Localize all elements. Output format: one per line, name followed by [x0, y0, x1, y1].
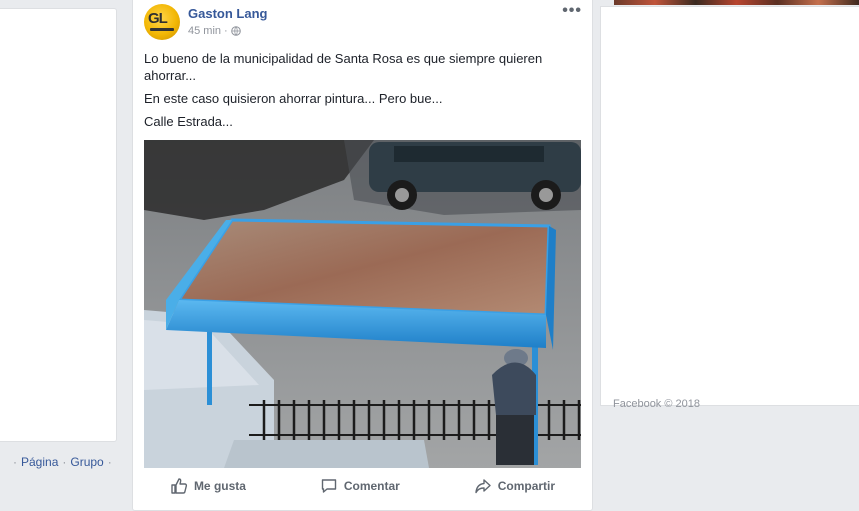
comment-button[interactable]: Comentar — [320, 477, 400, 495]
avatar-logo-strip — [150, 28, 174, 31]
post-timestamp[interactable]: 45 min — [188, 25, 221, 37]
post-text: Lo bueno de la municipalidad de Santa Ro… — [144, 50, 564, 136]
post-options-button[interactable]: ••• — [562, 2, 582, 20]
share-label: Compartir — [497, 479, 556, 493]
post-actions: Me gusta Comentar Compartir — [133, 470, 592, 502]
post-meta: 45 min · — [188, 25, 241, 37]
post-author-name[interactable]: Gaston Lang — [188, 6, 267, 21]
comment-icon — [321, 479, 337, 493]
like-label: Me gusta — [193, 479, 246, 493]
left-links: · Página · Grupo · — [13, 455, 112, 469]
right-sidebar-card — [600, 6, 859, 406]
share-button[interactable]: Compartir — [474, 477, 555, 495]
avatar[interactable]: GL — [144, 4, 180, 40]
bus-shelter-photo — [144, 140, 581, 468]
comment-label: Comentar — [343, 479, 400, 493]
group-link[interactable]: Grupo — [70, 455, 103, 469]
share-arrow-icon — [475, 479, 491, 494]
post-photo[interactable] — [144, 140, 581, 468]
right-top-image-strip — [614, 0, 859, 5]
post-paragraph: En este caso quisieron ahorrar pintura..… — [144, 91, 443, 106]
post-paragraph: Lo bueno de la municipalidad de Santa Ro… — [144, 51, 543, 83]
page-link[interactable]: Página — [21, 455, 58, 469]
globe-icon — [230, 26, 241, 36]
like-button[interactable]: Me gusta — [170, 477, 246, 495]
thumbs-up-icon — [171, 478, 188, 494]
footer-copyright: Facebook © 2018 — [613, 398, 700, 410]
avatar-logo-text: GL — [148, 10, 168, 27]
left-sidebar-card — [0, 8, 117, 442]
post-paragraph: Calle Estrada... — [144, 114, 233, 129]
feed-post: GL Gaston Lang 45 min · ••• Lo bueno de … — [132, 0, 593, 511]
